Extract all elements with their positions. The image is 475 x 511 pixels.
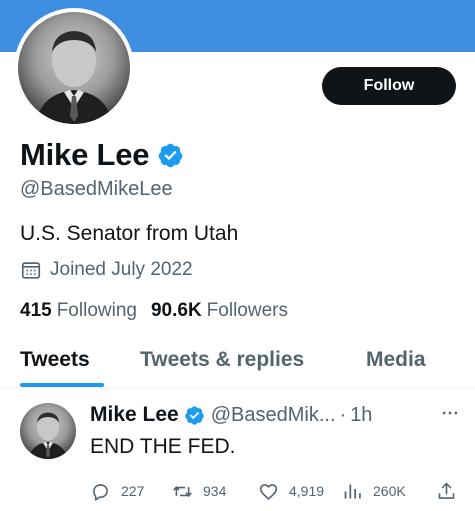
profile-tabs: Tweets Tweets & replies Media — [0, 340, 475, 388]
share-button[interactable] — [436, 479, 467, 503]
tweet[interactable]: Mike Lee @BasedMik... · 1h END THE FED. … — [0, 389, 475, 511]
tab-active-indicator — [20, 383, 104, 387]
display-name: Mike Lee — [20, 137, 150, 172]
tweet-timestamp[interactable]: 1h — [350, 404, 372, 427]
tweet-avatar[interactable] — [20, 403, 76, 459]
views-icon — [344, 484, 361, 498]
joined-date: Joined July 2022 — [20, 257, 193, 283]
profile-photo — [18, 12, 130, 124]
like-icon — [259, 483, 278, 500]
followers-link[interactable]: 90.6K Followers — [151, 300, 288, 322]
verified-badge-icon[interactable] — [157, 142, 184, 169]
follow-stats: 415 Following 90.6K Followers — [20, 300, 288, 322]
tweet-text: END THE FED. — [90, 435, 236, 458]
views-button[interactable]: 260K — [342, 479, 406, 503]
more-icon[interactable] — [440, 403, 460, 423]
display-name-row: Mike Lee — [20, 136, 184, 174]
followers-count: 90.6K — [150, 300, 202, 321]
follow-button[interactable]: Follow — [322, 67, 456, 105]
share-icon — [438, 482, 455, 499]
retweet-icon — [173, 485, 192, 497]
followers-label: Followers — [206, 300, 288, 321]
profile-handle: @BasedMikeLee — [20, 178, 173, 200]
tab-tweets[interactable]: Tweets — [20, 348, 90, 372]
following-count: 415 — [20, 300, 52, 321]
tweet-author-handle[interactable]: @BasedMik... — [211, 404, 336, 427]
like-count: 4,919 — [289, 483, 325, 499]
tab-media[interactable]: Media — [366, 348, 426, 372]
like-button[interactable]: 4,919 — [258, 479, 324, 503]
tab-tweets-replies[interactable]: Tweets & replies — [140, 348, 304, 372]
verified-badge-icon[interactable] — [184, 405, 205, 426]
profile-avatar[interactable] — [14, 8, 134, 128]
tweet-header: Mike Lee @BasedMik... · 1h — [90, 401, 372, 429]
joined-label: Joined July 2022 — [50, 259, 193, 280]
tweet-author-name[interactable]: Mike Lee — [90, 403, 179, 427]
profile-bio: U.S. Senator from Utah — [20, 222, 239, 245]
reply-count: 227 — [121, 483, 145, 499]
calendar-icon — [21, 262, 41, 279]
tweet-separator: · — [339, 403, 347, 426]
retweet-count: 934 — [203, 483, 227, 499]
tweet-actions: 227 934 4,919 260K — [0, 479, 475, 503]
views-count: 260K — [373, 483, 406, 499]
reply-icon — [93, 483, 108, 501]
following-link[interactable]: 415 Following — [20, 300, 137, 322]
reply-button[interactable]: 227 — [90, 479, 144, 503]
retweet-button[interactable]: 934 — [172, 479, 226, 503]
following-label: Following — [56, 300, 137, 321]
